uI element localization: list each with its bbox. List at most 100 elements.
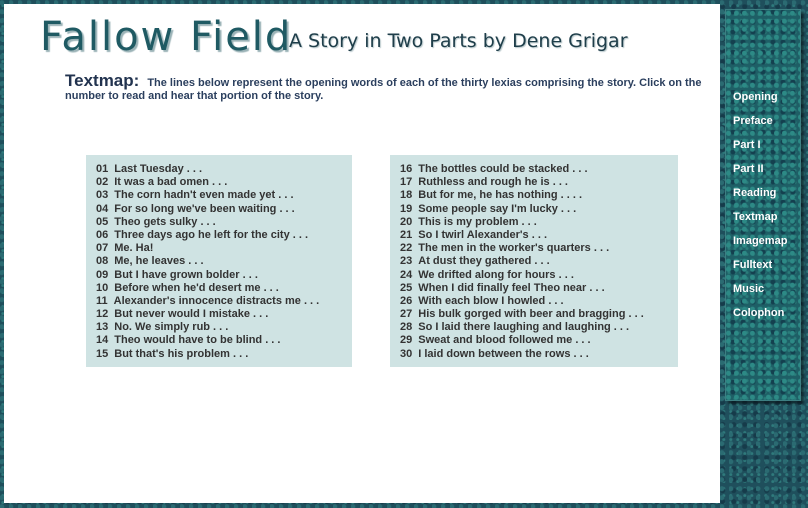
lexia-text: But for me, he has nothing . . . .	[418, 189, 583, 202]
sidebar-nav: Opening Preface Part I Part II Reading T…	[725, 9, 801, 401]
nav-item-reading[interactable]: Reading	[733, 186, 800, 210]
lexia-text: Some people say I'm lucky . . .	[418, 202, 577, 215]
lexia-number[interactable]: 06	[96, 229, 108, 242]
lexia-number[interactable]: 05	[96, 216, 108, 229]
lexia-number[interactable]: 10	[96, 282, 108, 295]
nav-item-music[interactable]: Music	[733, 282, 800, 306]
lexia-item[interactable]: 13 No. We simply rub . . .	[96, 321, 352, 334]
lexia-text: Alexander's innocence distracts me . . .	[113, 294, 320, 307]
lexia-list-part-2: 16 The bottles could be stacked . . . 17 R…	[390, 155, 678, 367]
lexia-number[interactable]: 28	[400, 321, 412, 334]
lexia-item[interactable]: 23 At dust they gathered . . .	[400, 255, 678, 268]
lexia-number[interactable]: 17	[400, 176, 412, 189]
lexia-number[interactable]: 02	[96, 176, 108, 189]
lexia-text: The men in the worker's quarters . . .	[418, 242, 610, 255]
lexia-item[interactable]: 18 But for me, he has nothing . . . .	[400, 189, 678, 202]
nav-item-textmap[interactable]: Textmap	[733, 210, 800, 234]
lexia-item[interactable]: 14 Theo would have to be blind . . .	[96, 334, 352, 347]
lexia-number[interactable]: 13	[96, 321, 108, 334]
lexia-item[interactable]: 28 So I laid there laughing and laughing …	[400, 321, 678, 334]
page-subtitle: A Story in Two Parts by Dene Grigar	[289, 30, 628, 52]
lexia-item[interactable]: 12 But never would I mistake . . .	[96, 308, 352, 321]
lexia-item[interactable]: 16 The bottles could be stacked . . .	[400, 163, 678, 176]
nav-item-part-1[interactable]: Part I	[733, 138, 800, 162]
lexia-text: I laid down between the rows . . .	[418, 347, 589, 360]
lexia-text: Me, he leaves . . .	[114, 255, 204, 268]
lexia-item[interactable]: 15 But that's his problem . . .	[96, 348, 352, 361]
lexia-item[interactable]: 11 Alexander's innocence distracts me . .…	[96, 295, 352, 308]
lexia-number[interactable]: 12	[96, 308, 108, 321]
lexia-number[interactable]: 29	[400, 334, 412, 347]
lexia-number[interactable]: 09	[96, 269, 108, 282]
nav-item-opening[interactable]: Opening	[733, 90, 800, 114]
lexia-item[interactable]: 27 His bulk gorged with beer and bragging…	[400, 308, 678, 321]
lexia-number[interactable]: 30	[400, 348, 412, 361]
lexia-text: Three days ago he left for the city . . …	[114, 228, 309, 241]
lexia-item[interactable]: 22 The men in the worker's quarters . . .	[400, 242, 678, 255]
lexia-item[interactable]: 30 I laid down between the rows . . .	[400, 348, 678, 361]
lexia-item[interactable]: 07 Me. Ha!	[96, 242, 352, 255]
lexia-text: Ruthless and rough he is . . .	[418, 176, 568, 189]
lexia-text: This is my problem . . .	[418, 215, 537, 228]
lexia-number[interactable]: 16	[400, 163, 412, 176]
lexia-text: At dust they gathered . . .	[418, 255, 550, 268]
nav-item-colophon[interactable]: Colophon	[733, 306, 800, 330]
lexia-text: But that's his problem . . .	[114, 347, 249, 360]
lexia-text: When I did finally feel Theo near . . .	[418, 281, 605, 294]
nav-item-fulltext[interactable]: Fulltext	[733, 258, 800, 282]
lexia-number[interactable]: 03	[96, 189, 108, 202]
lexia-text: So I twirl Alexander's . . .	[418, 228, 547, 241]
lexia-number[interactable]: 25	[400, 282, 412, 295]
lexia-item[interactable]: 02 It was a bad omen . . .	[96, 176, 352, 189]
lexia-item[interactable]: 19 Some people say I'm lucky . . .	[400, 203, 678, 216]
lexia-item[interactable]: 17 Ruthless and rough he is . . .	[400, 176, 678, 189]
content-page: Fallow Field A Story in Two Parts by Den…	[4, 4, 720, 503]
lexia-item[interactable]: 04 For so long we've been waiting . . .	[96, 203, 352, 216]
lexia-item[interactable]: 29 Sweat and blood followed me . . .	[400, 334, 678, 347]
lexia-text: Me. Ha!	[114, 242, 154, 255]
lexia-text: The corn hadn't even made yet . . .	[114, 189, 294, 202]
lexia-number[interactable]: 20	[400, 216, 412, 229]
lexia-number[interactable]: 01	[96, 163, 108, 176]
lexia-number[interactable]: 11	[96, 295, 108, 308]
nav-item-preface[interactable]: Preface	[733, 114, 800, 138]
lexia-item[interactable]: 08 Me, he leaves . . .	[96, 255, 352, 268]
lexia-number[interactable]: 27	[400, 308, 412, 321]
intro-description: The lines below represent the opening wo…	[65, 77, 702, 102]
lexia-text: Theo would have to be blind . . .	[114, 334, 281, 347]
lexia-item[interactable]: 25 When I did finally feel Theo near . . …	[400, 282, 678, 295]
lexia-number[interactable]: 26	[400, 295, 412, 308]
nav-item-part-2[interactable]: Part II	[733, 162, 800, 186]
lexia-item[interactable]: 09 But I have grown bolder . . .	[96, 269, 352, 282]
lexia-item[interactable]: 06 Three days ago he left for the city . …	[96, 229, 352, 242]
lexia-item[interactable]: 24 We drifted along for hours . . .	[400, 269, 678, 282]
lexia-item[interactable]: 05 Theo gets sulky . . .	[96, 216, 352, 229]
lexia-item[interactable]: 21 So I twirl Alexander's . . .	[400, 229, 678, 242]
lexia-text: The bottles could be stacked . . .	[418, 163, 588, 175]
lexia-item[interactable]: 20 This is my problem . . .	[400, 216, 678, 229]
lexia-text: His bulk gorged with beer and bragging .…	[418, 308, 644, 321]
lexia-item[interactable]: 01 Last Tuesday . . .	[96, 163, 352, 176]
lexia-number[interactable]: 14	[96, 334, 108, 347]
lexia-item[interactable]: 26 With each blow I howled . . .	[400, 295, 678, 308]
lexia-number[interactable]: 22	[400, 242, 412, 255]
lexia-text: But I have grown bolder . . .	[114, 268, 258, 281]
lexia-text: For so long we've been waiting . . .	[114, 202, 295, 215]
lexia-text: Before when he'd desert me . . .	[114, 281, 279, 294]
lexia-number[interactable]: 15	[96, 348, 108, 361]
lexia-number[interactable]: 04	[96, 203, 108, 216]
lexia-number[interactable]: 18	[400, 189, 412, 202]
lexia-text: We drifted along for hours . . .	[418, 268, 574, 281]
lexia-item[interactable]: 03 The corn hadn't even made yet . . .	[96, 189, 352, 202]
lexia-text: So I laid there laughing and laughing . …	[418, 321, 630, 334]
lexia-number[interactable]: 21	[400, 229, 412, 242]
lexia-number[interactable]: 23	[400, 255, 412, 268]
nav-item-imagemap[interactable]: Imagemap	[733, 234, 800, 258]
lexia-number[interactable]: 24	[400, 269, 412, 282]
lexia-number[interactable]: 19	[400, 203, 412, 216]
lexia-item[interactable]: 10 Before when he'd desert me . . .	[96, 282, 352, 295]
lexia-number[interactable]: 08	[96, 255, 108, 268]
lexia-number[interactable]: 07	[96, 242, 108, 255]
lexia-text: No. We simply rub . . .	[114, 321, 229, 334]
lexia-list-part-1: 01 Last Tuesday . . . 02 It was a bad omen…	[86, 155, 352, 367]
